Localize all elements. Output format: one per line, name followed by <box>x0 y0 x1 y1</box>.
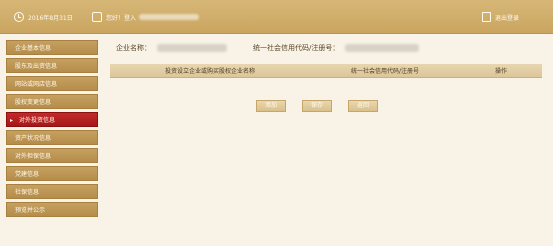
sidebar-nav: 企业基本信息 股东及出资信息 网站或网店信息 股权变更信息 对外投资信息 资产状… <box>6 40 98 220</box>
sidebar-item-label: 网站或网店信息 <box>15 81 58 88</box>
main-panel: 企业名称： 统一社会信用代码/注册号： 投资设立企业或购买股权企业名称 统一社会… <box>106 40 546 112</box>
user-name-redacted <box>139 14 200 20</box>
logout-label: 退出登录 <box>495 14 520 22</box>
top-header-bar: 2016年8月31日 您好！登入 退出登录 <box>0 0 553 34</box>
credit-code-label: 统一社会信用代码/注册号： <box>253 44 340 52</box>
sidebar-item-label: 预览并公示 <box>15 207 46 214</box>
sidebar-item-shareholders[interactable]: 股东及出资信息 <box>6 58 98 73</box>
sidebar-item-label: 对外担保信息 <box>15 153 52 160</box>
back-button[interactable]: 返回 <box>348 100 378 112</box>
company-info-row: 企业名称： 统一社会信用代码/注册号： <box>106 40 546 56</box>
sidebar-item-basic-info[interactable]: 企业基本信息 <box>6 40 98 55</box>
sidebar-item-label: 党建信息 <box>15 171 40 178</box>
credit-code-redacted <box>345 44 420 52</box>
company-name-redacted <box>157 44 227 52</box>
sidebar-item-preview-publish[interactable]: 预览并公示 <box>6 202 98 217</box>
sidebar-item-assets[interactable]: 资产状况信息 <box>6 130 98 145</box>
sidebar-item-label: 股权变更信息 <box>15 99 52 106</box>
content-frame: 企业基本信息 股东及出资信息 网站或网店信息 股权变更信息 对外投资信息 资产状… <box>0 34 553 246</box>
investment-table: 投资设立企业或购买股权企业名称 统一社会信用代码/注册号 操作 <box>110 64 542 78</box>
logout-button[interactable]: 退出登录 <box>482 11 519 23</box>
sidebar-item-guarantees[interactable]: 对外担保信息 <box>6 148 98 163</box>
table-header-row: 投资设立企业或购买股权企业名称 统一社会信用代码/注册号 操作 <box>110 64 542 78</box>
user-label: 您好！登入 <box>106 14 137 22</box>
sidebar-item-websites[interactable]: 网站或网店信息 <box>6 76 98 91</box>
add-button[interactable]: 添加 <box>256 100 286 112</box>
company-name-label: 企业名称： <box>116 44 151 52</box>
column-header-credit-code: 统一社会信用代码/注册号 <box>350 68 420 75</box>
datetime-display: 2016年8月31日 <box>14 11 73 23</box>
exit-icon <box>482 12 491 22</box>
sidebar-item-label: 企业基本信息 <box>15 45 52 52</box>
sidebar-item-label: 股东及出资信息 <box>15 63 58 70</box>
user-icon <box>92 12 102 22</box>
user-info: 您好！登入 <box>92 11 200 23</box>
action-buttons: 添加 保存 返回 <box>256 100 378 112</box>
sidebar-item-label: 社保信息 <box>15 189 40 196</box>
sidebar-item-investments[interactable]: 对外投资信息 <box>6 112 98 128</box>
sidebar-item-party[interactable]: 党建信息 <box>6 166 98 181</box>
sidebar-item-social-security[interactable]: 社保信息 <box>6 184 98 199</box>
clock-icon <box>14 12 24 22</box>
column-header-company: 投资设立企业或购买股权企业名称 <box>164 68 255 75</box>
sidebar-item-label: 对外投资信息 <box>19 117 56 124</box>
sidebar-item-equity-changes[interactable]: 股权变更信息 <box>6 94 98 109</box>
datetime-text: 2016年8月31日 <box>28 14 73 22</box>
column-header-actions: 操作 <box>494 68 507 75</box>
save-button[interactable]: 保存 <box>302 100 332 112</box>
sidebar-item-label: 资产状况信息 <box>15 135 52 142</box>
